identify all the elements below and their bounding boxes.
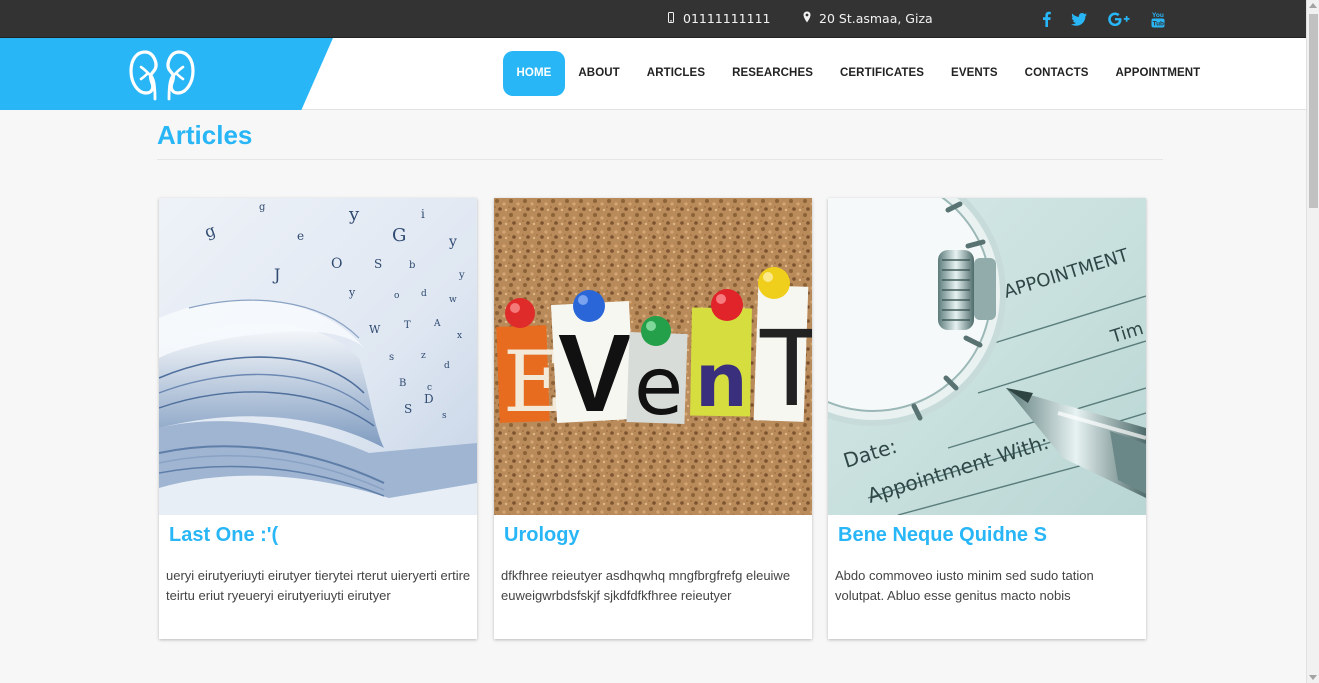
svg-text:B: B: [399, 378, 406, 389]
svg-text:J: J: [272, 265, 280, 284]
phone-number: 01111111111: [683, 11, 771, 26]
event-letter-v: V: [558, 312, 631, 435]
nav-appointment[interactable]: APPOINTMENT: [1102, 51, 1214, 96]
svg-text:y: y: [458, 270, 465, 281]
svg-text:O: O: [331, 256, 342, 272]
phone-info: 01111111111: [667, 11, 770, 26]
svg-text:y: y: [348, 286, 356, 299]
facebook-icon[interactable]: [1035, 8, 1057, 30]
article-excerpt: Abdo commoveo iusto minim sed sudo tatio…: [835, 568, 1094, 603]
top-bar: 01111111111 20 St.asmaa, Giza YouTube: [0, 0, 1306, 38]
svg-text:d: d: [421, 289, 427, 299]
svg-text:i: i: [421, 207, 425, 221]
event-letter-t: T: [759, 308, 812, 430]
nav-events[interactable]: EVENTS: [938, 51, 1012, 96]
svg-text:D: D: [424, 392, 434, 406]
header: HOME ABOUT ARTICLES RESEARCHES CERTIFICA…: [0, 38, 1306, 110]
svg-text:T: T: [404, 320, 411, 331]
svg-text:s: s: [442, 411, 447, 421]
svg-text:g: g: [259, 202, 266, 213]
svg-text:W: W: [369, 323, 381, 336]
address-text: 20 St.asmaa, Giza: [819, 11, 933, 26]
mobile-icon: [667, 11, 675, 26]
svg-text:o: o: [394, 291, 399, 301]
scroll-thumb[interactable]: [1309, 14, 1318, 208]
appointment-watch-pen-photo[interactable]: APPOINTMENT Tim Date: Appointment With:: [828, 198, 1146, 515]
svg-text:x: x: [457, 331, 462, 341]
svg-text:You: You: [1152, 12, 1164, 19]
google-plus-icon[interactable]: [1108, 8, 1130, 30]
svg-text:Tube: Tube: [1153, 20, 1165, 27]
nav-contacts[interactable]: CONTACTS: [1011, 51, 1102, 96]
svg-text:y: y: [448, 234, 457, 250]
nav-articles[interactable]: ARTICLES: [633, 51, 718, 96]
svg-text:e: e: [297, 229, 304, 243]
youtube-icon[interactable]: YouTube: [1147, 8, 1169, 30]
svg-text:S: S: [404, 402, 412, 416]
scroll-down-arrow-icon[interactable]: [1309, 675, 1317, 680]
article-title[interactable]: Last One :'(: [169, 524, 278, 547]
event-letter-n: n: [695, 338, 748, 424]
article-title[interactable]: Urology: [504, 524, 580, 547]
nav-researches[interactable]: RESEARCHES: [719, 51, 827, 96]
article-card[interactable]: E V e n T Urology dfkfhree reieutyer asd…: [494, 198, 812, 639]
svg-text:s: s: [389, 352, 394, 363]
scroll-up-arrow-icon[interactable]: [1309, 3, 1317, 8]
article-card[interactable]: APPOINTMENT Tim Date: Appointment With:: [828, 198, 1146, 639]
svg-text:G: G: [392, 225, 406, 246]
address-info: 20 St.asmaa, Giza: [803, 11, 933, 26]
svg-text:S: S: [374, 257, 382, 271]
twitter-icon[interactable]: [1068, 8, 1090, 30]
nav-about[interactable]: ABOUT: [565, 51, 633, 96]
article-title[interactable]: Bene Neque Quidne S: [838, 524, 1047, 547]
title-divider: [157, 159, 1163, 160]
page-title: Articles: [157, 120, 253, 150]
page-scrollbar[interactable]: [1306, 0, 1319, 683]
nav-home[interactable]: HOME: [503, 51, 565, 96]
svg-text:z: z: [421, 351, 426, 361]
book-with-letters-photo[interactable]: g g e y G i y J O S b y y o d w W T A x …: [159, 198, 477, 515]
event-letter-e-small: e: [634, 340, 683, 433]
svg-text:y: y: [348, 204, 360, 225]
nav-certificates[interactable]: CERTIFICATES: [827, 51, 938, 96]
svg-text:w: w: [449, 295, 457, 305]
svg-text:b: b: [409, 260, 415, 271]
article-excerpt: ueryi eirutyeriuyti eirutyer tierytei rt…: [166, 568, 471, 603]
svg-text:A: A: [433, 319, 441, 329]
map-marker-icon: [803, 11, 811, 26]
svg-text:d: d: [444, 361, 450, 371]
article-card[interactable]: g g e y G i y J O S b y y o d w W T A x …: [159, 198, 477, 639]
kidneys-icon[interactable]: [128, 49, 196, 106]
article-excerpt: dfkfhree reieutyer asdhqwhq mngfbrgfrefg…: [501, 568, 791, 603]
main-nav: HOME ABOUT ARTICLES RESEARCHES CERTIFICA…: [503, 51, 1214, 96]
event-corkboard-photo[interactable]: E V e n T: [494, 198, 812, 515]
